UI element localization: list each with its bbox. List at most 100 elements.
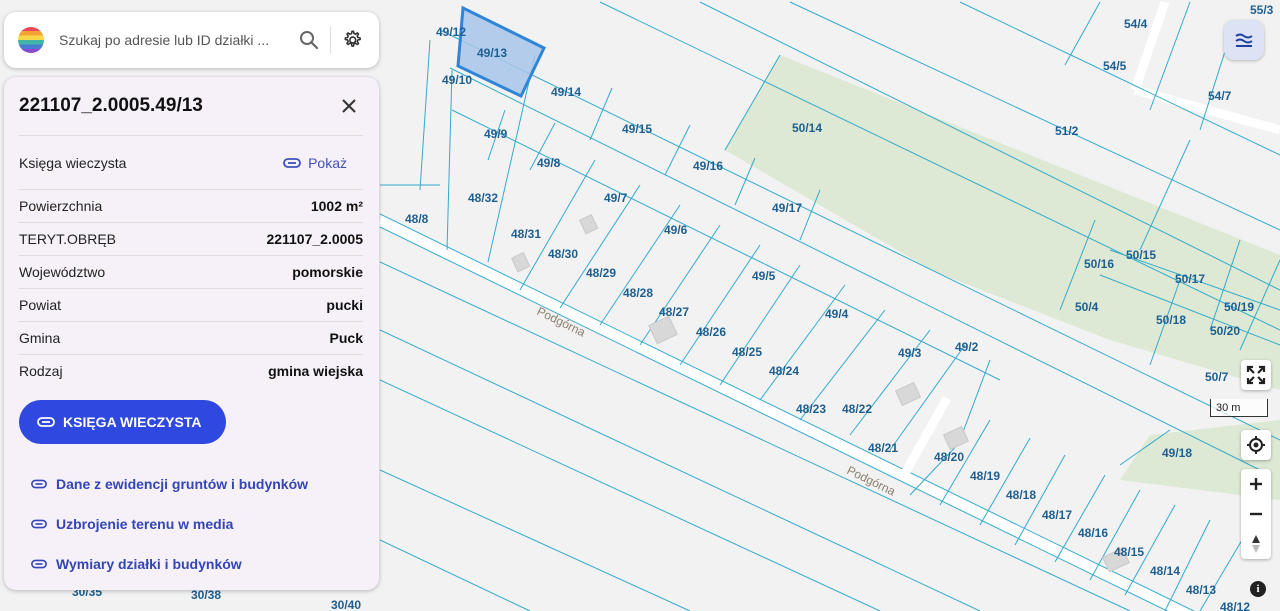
plot-label: 49/2 bbox=[955, 340, 979, 354]
plot-label: 48/22 bbox=[842, 402, 872, 416]
ksiega-wieczysta-button[interactable]: KSIĘGA WIECZYSTA bbox=[19, 400, 227, 444]
plot-label: 49/10 bbox=[442, 73, 472, 87]
plot-label: 48/13 bbox=[1186, 583, 1216, 597]
info-row: Powierzchnia 1002 m² bbox=[19, 190, 363, 223]
row-label: Rodzaj bbox=[19, 363, 63, 379]
plot-label: 49/8 bbox=[537, 156, 561, 170]
link-label: Wymiary działki i budynków bbox=[56, 556, 242, 572]
plot-label: 48/27 bbox=[659, 305, 689, 319]
parcel-id-title: 221107_2.0005.49/13 bbox=[19, 95, 203, 116]
plot-label: 30/40 bbox=[331, 598, 361, 611]
rainbow-logo-icon[interactable] bbox=[18, 27, 44, 53]
row-label: TERYT.OBRĘB bbox=[19, 231, 116, 247]
plot-label: 48/18 bbox=[1006, 488, 1036, 502]
row-label: Powiat bbox=[19, 297, 62, 313]
row-value: pomorskie bbox=[292, 264, 363, 280]
row-value: 1002 m² bbox=[310, 198, 363, 214]
plot-label: 50/18 bbox=[1156, 313, 1186, 327]
plot-label: 30/38 bbox=[191, 588, 221, 602]
link-label: Uzbrojenie terenu w media bbox=[56, 516, 234, 532]
plot-label: 48/32 bbox=[468, 191, 498, 205]
info-row: Rodzaj gmina wiejska bbox=[19, 355, 363, 387]
row-label: Gmina bbox=[19, 330, 61, 346]
link-icon bbox=[31, 559, 47, 569]
plot-label: 49/17 bbox=[772, 201, 802, 215]
fullscreen-icon[interactable] bbox=[1241, 360, 1271, 390]
row-value: 221107_2.0005 bbox=[266, 231, 363, 247]
link-land-registry-data[interactable]: Dane z ewidencji gruntów i budynków bbox=[19, 464, 363, 504]
plot-label: 54/4 bbox=[1124, 17, 1148, 31]
ksiega-row: Księga wieczysta Pokaż bbox=[19, 136, 363, 190]
row-label: Województwo bbox=[19, 264, 106, 280]
show-ksiega-label: Pokaż bbox=[308, 154, 347, 171]
plot-label: 48/25 bbox=[732, 345, 762, 359]
locate-icon[interactable] bbox=[1241, 430, 1271, 460]
plot-label: 50/7 bbox=[1205, 370, 1229, 384]
plot-label: 48/30 bbox=[548, 247, 578, 261]
minus-icon[interactable] bbox=[1241, 499, 1271, 529]
search-icon[interactable] bbox=[294, 25, 324, 55]
plot-label: 50/16 bbox=[1084, 257, 1114, 271]
plot-label: 49/12 bbox=[436, 25, 466, 39]
search-bar bbox=[4, 12, 379, 68]
plot-label: 48/14 bbox=[1150, 564, 1180, 578]
plot-label: 51/2 bbox=[1055, 124, 1079, 138]
plot-label: 48/28 bbox=[623, 286, 653, 300]
plot-label: 49/18 bbox=[1162, 446, 1192, 460]
row-label: Powierzchnia bbox=[19, 198, 103, 214]
plot-label: 49/16 bbox=[693, 159, 723, 173]
link-icon bbox=[283, 157, 301, 168]
link-label: Dane z ewidencji gruntów i budynków bbox=[56, 476, 309, 492]
link-utilities[interactable]: Uzbrojenie terenu w media bbox=[19, 504, 363, 544]
plus-icon[interactable] bbox=[1241, 469, 1271, 499]
panel-links: Dane z ewidencji gruntów i budynków Uzbr… bbox=[19, 464, 363, 584]
plot-label: 48/19 bbox=[970, 469, 1000, 483]
plot-label: 49/7 bbox=[604, 191, 628, 205]
scale-bar: 30 m bbox=[1210, 399, 1268, 417]
plot-label: 50/17 bbox=[1175, 272, 1205, 286]
search-divider bbox=[330, 26, 331, 54]
plot-label: 48/31 bbox=[511, 227, 541, 241]
plot-label: 50/20 bbox=[1210, 324, 1240, 338]
plot-label: 48/21 bbox=[868, 441, 898, 455]
plot-label: 50/4 bbox=[1075, 300, 1099, 314]
plot-label: 54/7 bbox=[1208, 89, 1232, 103]
row-value: Puck bbox=[329, 330, 363, 346]
plot-label: 55/3 bbox=[1250, 3, 1274, 17]
info-row: Gmina Puck bbox=[19, 322, 363, 355]
ksiega-label: Księga wieczysta bbox=[19, 154, 127, 171]
zoom-controls bbox=[1241, 469, 1271, 559]
info-icon[interactable]: i bbox=[1250, 581, 1266, 597]
plot-label: 48/16 bbox=[1078, 526, 1108, 540]
plot-label: 48/24 bbox=[769, 364, 799, 378]
close-icon[interactable] bbox=[335, 92, 363, 120]
link-dimensions[interactable]: Wymiary działki i budynków bbox=[19, 544, 363, 584]
gear-icon[interactable] bbox=[337, 25, 367, 55]
plot-label: 49/15 bbox=[622, 122, 652, 136]
link-icon bbox=[37, 417, 55, 427]
plot-label: 48/20 bbox=[934, 450, 964, 464]
plot-label: 48/29 bbox=[586, 266, 616, 280]
plot-label: 48/15 bbox=[1114, 545, 1144, 559]
row-value: gmina wiejska bbox=[268, 363, 363, 379]
plot-label: 48/26 bbox=[696, 325, 726, 339]
row-value: pucki bbox=[326, 297, 363, 313]
layers-icon[interactable] bbox=[1224, 20, 1264, 60]
panel-header: 221107_2.0005.49/13 bbox=[19, 77, 363, 136]
info-row: TERYT.OBRĘB 221107_2.0005 bbox=[19, 223, 363, 256]
link-icon bbox=[31, 519, 47, 529]
info-row: Powiat pucki bbox=[19, 289, 363, 322]
plot-label: 49/5 bbox=[752, 269, 776, 283]
link-icon bbox=[31, 479, 47, 489]
plot-label: 49/9 bbox=[484, 127, 508, 141]
plot-label: 49/4 bbox=[825, 307, 849, 321]
search-input[interactable] bbox=[57, 31, 294, 49]
show-ksiega-link[interactable]: Pokaż bbox=[283, 155, 347, 171]
plot-label: 48/12 bbox=[1220, 600, 1250, 611]
plot-label: 49/3 bbox=[898, 346, 922, 360]
plot-label: 49/13 bbox=[477, 46, 507, 60]
plot-label: 50/19 bbox=[1224, 300, 1254, 314]
compass-icon[interactable] bbox=[1241, 529, 1271, 559]
plot-label: 50/14 bbox=[792, 121, 822, 135]
plot-label: 48/23 bbox=[796, 402, 826, 416]
